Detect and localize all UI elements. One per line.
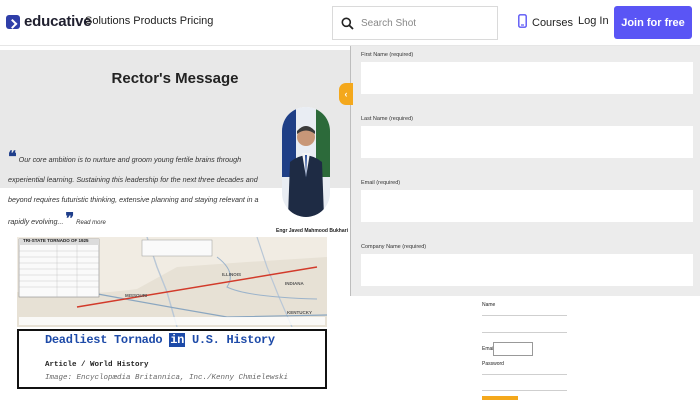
email-label: Email (required) <box>361 180 401 186</box>
brand-name: educative <box>24 13 92 30</box>
rector-portrait <box>282 107 330 217</box>
open-quote-icon: ❝ <box>8 149 17 166</box>
map-label-indiana: INDIANA <box>285 281 304 286</box>
article-title: Deadliest Tornado in U.S. History <box>45 333 275 347</box>
brand-logo[interactable]: educative <box>6 13 92 30</box>
map-label-missouri: MISSOURI <box>125 293 148 298</box>
map-table-title: TRI-STATE TORNADO OF 1925 <box>23 238 89 243</box>
article-title-part1: Deadliest Tornado <box>45 333 163 347</box>
first-name-input[interactable] <box>361 62 693 94</box>
article-title-part2: U.S. History <box>191 333 275 347</box>
article-credit: Image: Encyclopædia Britannica, Inc./Ken… <box>45 374 289 382</box>
top-navbar: educative Solutions Products Pricing Cou… <box>0 0 700 46</box>
map-label-kentucky: KENTUCKY <box>287 310 313 315</box>
educative-logo-icon <box>6 14 20 29</box>
device-icon <box>518 14 527 31</box>
nav-links[interactable]: Solutions Products Pricing <box>85 15 213 27</box>
page-root: educative Solutions Products Pricing Cou… <box>0 0 700 400</box>
company-name-input[interactable] <box>361 254 693 286</box>
name-input-line[interactable] <box>482 315 567 316</box>
password-label: Password <box>482 361 504 367</box>
rector-title: Rector's Message <box>111 70 239 87</box>
login-link[interactable]: Log In <box>578 15 609 27</box>
rector-quote: ❝ Our core ambition is to nurture and gr… <box>8 148 278 233</box>
portrait-caption: Engr Javed Mahmood Bukhari <box>276 228 348 234</box>
email-input[interactable] <box>361 190 693 222</box>
quote-text: Our core ambition is to nurture and groo… <box>8 155 259 226</box>
name-input-line-2[interactable] <box>482 332 567 333</box>
article-card[interactable]: TRI-STATE TORNADO OF 1925 ILLINOIS INDIA… <box>17 237 327 389</box>
tornado-map: TRI-STATE TORNADO OF 1925 ILLINOIS INDIA… <box>17 237 327 327</box>
article-info-box: Deadliest Tornado in U.S. History Articl… <box>17 329 327 389</box>
read-more-link[interactable]: Read more <box>76 220 106 226</box>
last-name-input[interactable] <box>361 126 693 158</box>
article-subtitle: Article / World History <box>45 361 149 369</box>
join-for-free-button[interactable]: Join for free <box>614 6 692 39</box>
contact-form-panel: First Name (required) Last Name (require… <box>351 46 700 296</box>
first-name-label: First Name (required) <box>361 52 414 58</box>
article-title-in: in <box>169 333 186 347</box>
password-input-line[interactable] <box>482 374 567 375</box>
name-label: Name <box>482 302 496 308</box>
search-input[interactable] <box>361 17 486 29</box>
last-name-label: Last Name (required) <box>361 116 413 122</box>
company-name-label: Company Name (required) <box>361 244 427 250</box>
login-email-input[interactable] <box>493 342 533 356</box>
map-label-illinois: ILLINOIS <box>222 272 241 277</box>
search-box[interactable] <box>332 6 498 40</box>
panel-collapse-handle[interactable]: ‹ <box>339 83 353 105</box>
chevron-left-icon: ‹ <box>344 89 348 99</box>
password-input-line-2[interactable] <box>482 390 567 391</box>
close-quote-icon: ❞ <box>65 211 75 228</box>
courses-label: Courses <box>532 16 573 29</box>
courses-link[interactable]: Courses <box>518 14 573 31</box>
search-icon <box>333 17 361 30</box>
submit-button[interactable] <box>482 396 518 400</box>
